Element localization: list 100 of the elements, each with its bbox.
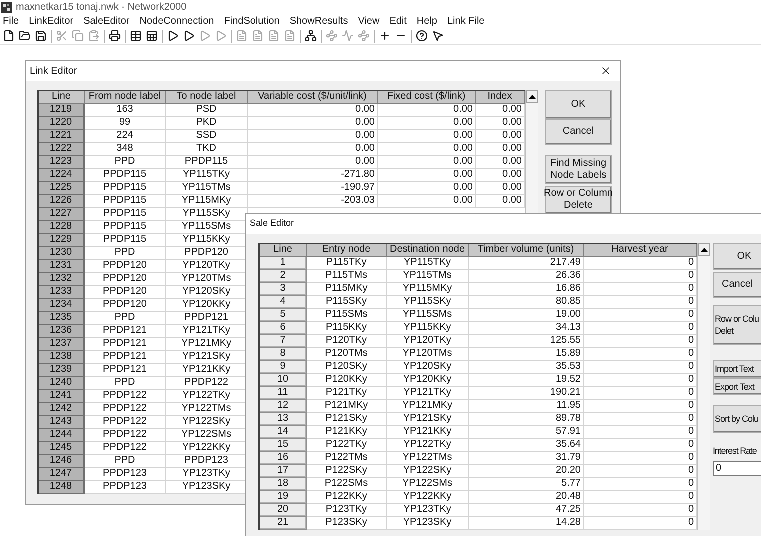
column-header[interactable]: Line bbox=[39, 91, 85, 104]
table-cell: YP123TKy bbox=[387, 504, 469, 517]
table-cell: P123TKy bbox=[307, 504, 387, 517]
row-number-cell: 1 bbox=[260, 257, 307, 270]
scroll-up-button[interactable] bbox=[526, 90, 538, 103]
menu-item[interactable]: View bbox=[358, 16, 380, 28]
scrollbar[interactable] bbox=[697, 243, 710, 530]
dialog-button[interactable]: Export Text bbox=[713, 378, 761, 395]
dialog-button[interactable]: Cancel bbox=[545, 119, 612, 145]
column-header[interactable]: To node label bbox=[166, 91, 248, 104]
row-number-cell: 1230 bbox=[39, 247, 85, 260]
table-cell: 0 bbox=[584, 257, 697, 270]
save-icon[interactable] bbox=[35, 30, 47, 42]
help-icon[interactable] bbox=[416, 30, 428, 42]
table-cell: 31.79 bbox=[469, 452, 584, 465]
menu-item[interactable]: File bbox=[3, 16, 20, 28]
table-cell: YP121MKy bbox=[387, 400, 469, 413]
table-cell: YP115TKy bbox=[387, 257, 469, 270]
play-icon[interactable] bbox=[183, 30, 195, 42]
dialog-button[interactable]: Row or Colu Delet bbox=[713, 305, 761, 345]
table-cell: 0.00 bbox=[476, 117, 525, 130]
table-cell: P115MKy bbox=[307, 283, 387, 296]
table-cell: PPD bbox=[85, 247, 166, 260]
row-number-cell: 7 bbox=[260, 335, 307, 348]
table-cell: 0 bbox=[584, 374, 697, 387]
scroll-up-button[interactable] bbox=[698, 243, 710, 256]
table-cell: P115SMs bbox=[307, 309, 387, 322]
printer-icon[interactable] bbox=[109, 30, 121, 42]
table-cell: 0.00 bbox=[476, 195, 525, 208]
table-cell: PPDP122 bbox=[85, 442, 166, 455]
pointer-icon[interactable] bbox=[432, 30, 444, 42]
table-cell: 0 bbox=[584, 387, 697, 400]
dialog-button[interactable]: Import Text bbox=[713, 360, 761, 378]
table-cell: PPDP115 bbox=[85, 182, 166, 195]
row-number-cell: 8 bbox=[260, 348, 307, 361]
dialog-button[interactable]: Cancel bbox=[713, 272, 761, 298]
table-cell: -190.97 bbox=[248, 182, 378, 195]
table-cell: 57.91 bbox=[469, 426, 584, 439]
table-cell: PPDP115 bbox=[85, 234, 166, 247]
menu-item[interactable]: Help bbox=[416, 16, 438, 28]
plus-icon[interactable] bbox=[379, 30, 391, 42]
dialog-button[interactable]: OK bbox=[545, 90, 612, 119]
table-cell: PPDP122 bbox=[85, 429, 166, 442]
column-header[interactable]: Line bbox=[260, 244, 307, 257]
table-cell: YP115MKy bbox=[166, 195, 248, 208]
menu-item[interactable]: FindSolution bbox=[224, 16, 280, 28]
table-cell: 15.89 bbox=[469, 348, 584, 361]
table-cell: 0.00 bbox=[476, 130, 525, 143]
sheet-icon[interactable] bbox=[146, 30, 158, 42]
column-header[interactable]: Index bbox=[476, 91, 525, 104]
column-header[interactable]: Fixed cost ($/link) bbox=[378, 91, 476, 104]
table-cell: YP115TMs bbox=[387, 270, 469, 283]
table-cell: 190.21 bbox=[469, 387, 584, 400]
table-cell: YP115SKy bbox=[387, 296, 469, 309]
table-cell: P120TKy bbox=[307, 335, 387, 348]
table-cell: PPDP121 bbox=[85, 338, 166, 351]
menu-item[interactable]: SaleEditor bbox=[84, 16, 130, 28]
row-number-cell: 11 bbox=[260, 387, 307, 400]
menu-item[interactable]: ShowResults bbox=[290, 16, 348, 28]
table-cell: 0 bbox=[584, 426, 697, 439]
menu-item[interactable]: LinkEditor bbox=[29, 16, 74, 28]
dialog-button[interactable]: OK bbox=[713, 243, 761, 270]
table-icon[interactable] bbox=[130, 30, 142, 42]
column-header[interactable]: Timber volume (units) bbox=[469, 244, 584, 257]
table-cell: 0 bbox=[584, 400, 697, 413]
column-header[interactable]: Variable cost ($/unit/link) bbox=[248, 91, 378, 104]
table-cell: 20.20 bbox=[469, 465, 584, 478]
menu-item[interactable]: Link File bbox=[448, 16, 485, 28]
table-cell: YP120TMs bbox=[387, 348, 469, 361]
table-cell: 0 bbox=[584, 335, 697, 348]
dialog-button[interactable]: Sort by Colu bbox=[713, 405, 761, 433]
open-folder-icon[interactable] bbox=[19, 30, 31, 42]
table-cell: 0 bbox=[584, 413, 697, 426]
network-icon[interactable] bbox=[305, 30, 317, 42]
table-cell: PPDP121 bbox=[85, 351, 166, 364]
table-cell: 0 bbox=[584, 491, 697, 504]
table-cell: 35.53 bbox=[469, 361, 584, 374]
table-cell: PPDP123 bbox=[85, 468, 166, 481]
menu-item[interactable]: Edit bbox=[390, 16, 407, 28]
interest-rate-field[interactable]: 0 bbox=[713, 460, 761, 476]
table-cell: PPD bbox=[85, 455, 166, 468]
new-file-icon[interactable] bbox=[3, 30, 15, 42]
dialog-button[interactable]: Find Missing Node Labels bbox=[545, 155, 612, 184]
table-cell: YP120TKy bbox=[387, 335, 469, 348]
column-header[interactable]: Harvest year bbox=[584, 244, 697, 257]
table-cell: 19.00 bbox=[469, 309, 584, 322]
row-number-cell: 1227 bbox=[39, 208, 85, 221]
close-icon[interactable] bbox=[600, 65, 612, 77]
table-cell: 11.95 bbox=[469, 400, 584, 413]
menu-item[interactable]: NodeConnection bbox=[140, 16, 214, 28]
row-number-cell: 17 bbox=[260, 465, 307, 478]
column-header[interactable]: From node label bbox=[85, 91, 166, 104]
column-header[interactable]: Entry node bbox=[307, 244, 387, 257]
play-icon[interactable] bbox=[167, 30, 179, 42]
table-cell: 0.00 bbox=[476, 156, 525, 169]
column-header[interactable]: Destination node bbox=[387, 244, 469, 257]
dialog-button[interactable]: Row or Column Delete bbox=[545, 186, 612, 214]
row-number-cell: 2 bbox=[260, 270, 307, 283]
table-cell: P122SKy bbox=[307, 465, 387, 478]
table-cell: 0.00 bbox=[248, 143, 378, 156]
